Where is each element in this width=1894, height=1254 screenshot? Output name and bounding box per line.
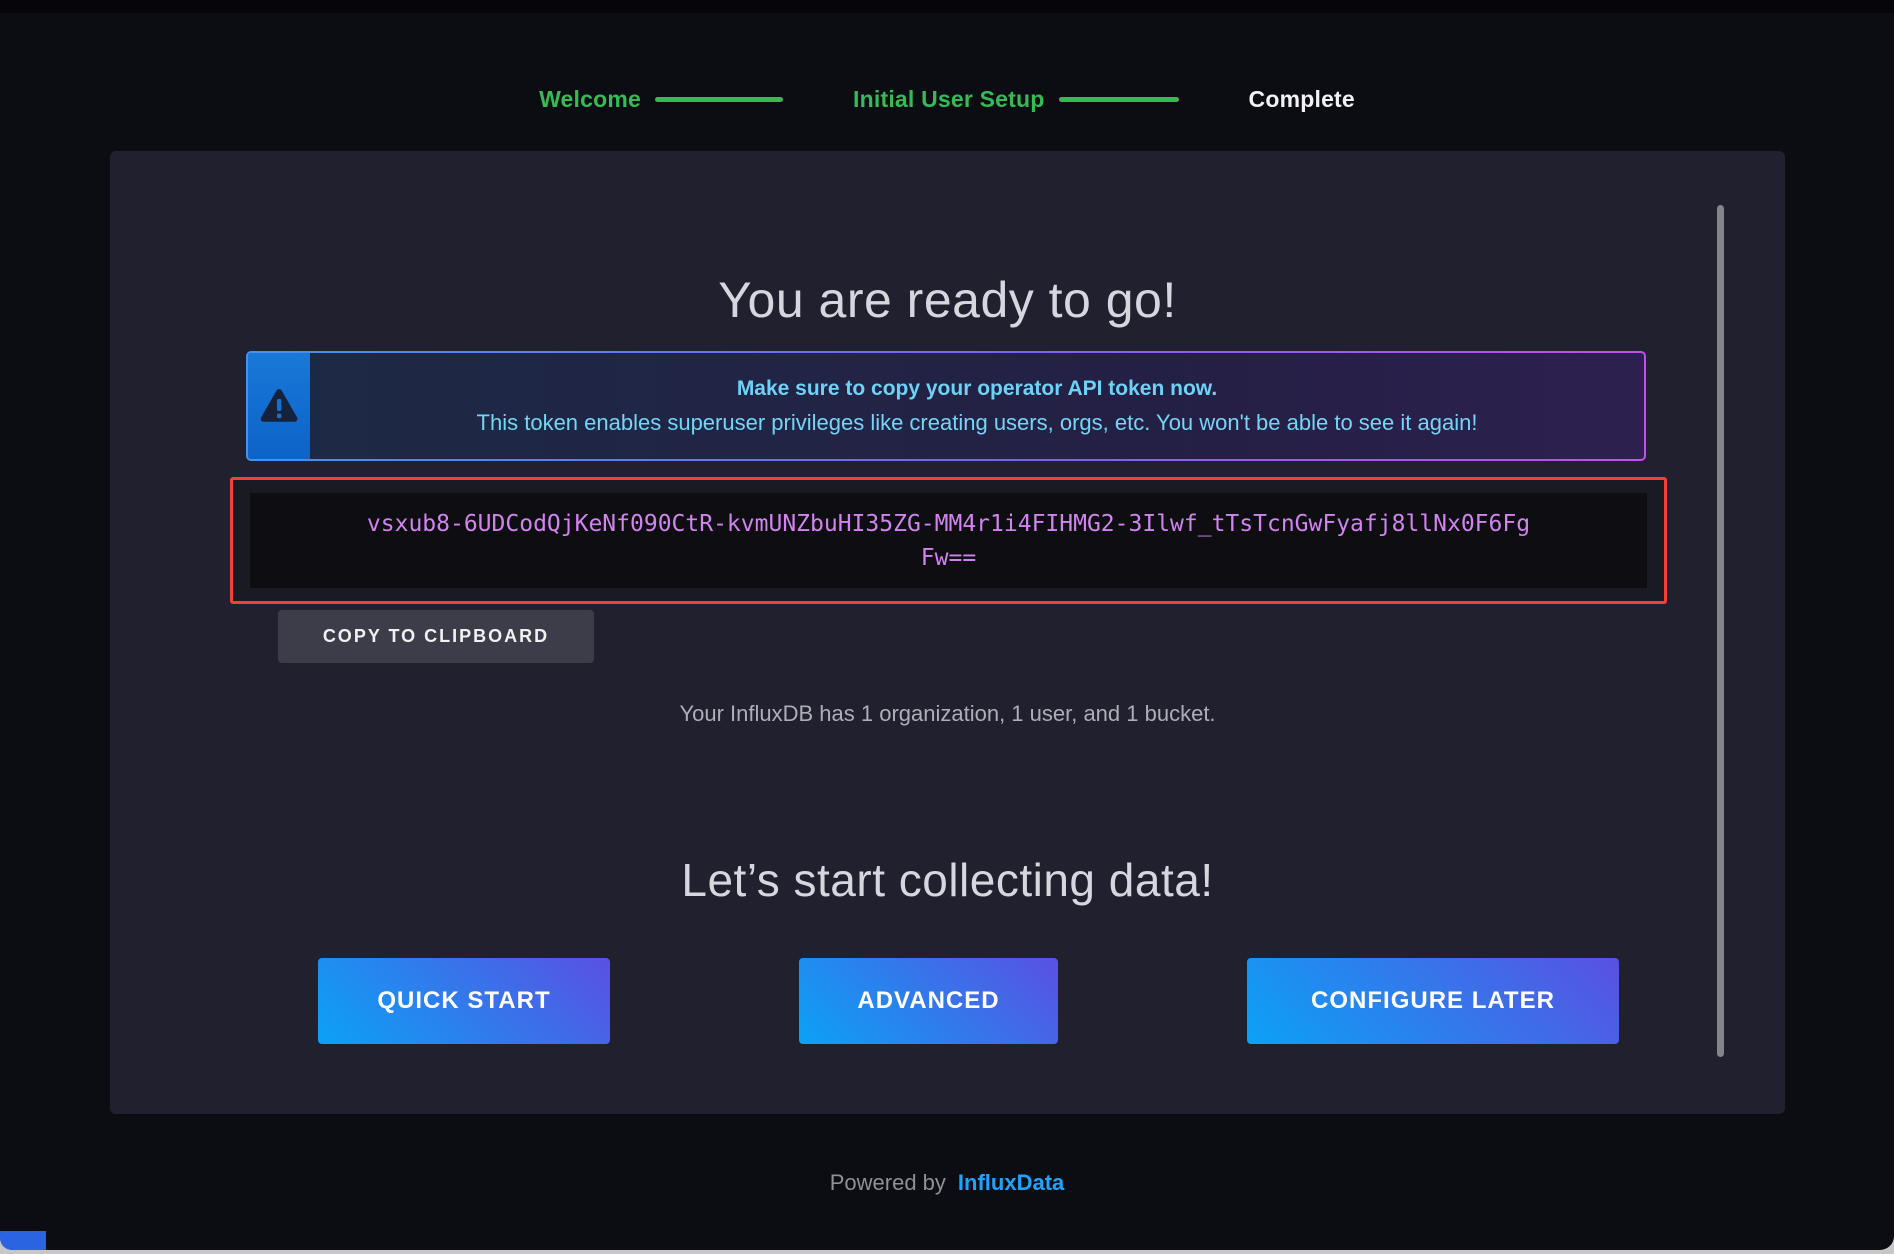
quick-start-button[interactable]: QUICK START xyxy=(318,958,610,1044)
copy-to-clipboard-button[interactable]: COPY TO CLIPBOARD xyxy=(278,610,594,663)
alert-body: This token enables superuser privileges … xyxy=(477,410,1478,436)
configure-later-button[interactable]: CONFIGURE LATER xyxy=(1247,958,1619,1044)
advanced-button[interactable]: ADVANCED xyxy=(799,958,1058,1044)
footer: Powered by InfluxData xyxy=(0,1170,1894,1196)
resource-summary: Your InfluxDB has 1 organization, 1 user… xyxy=(110,701,1785,727)
step-connector-line xyxy=(655,97,783,102)
completion-card: You are ready to go! Make sure to copy y… xyxy=(110,151,1785,1114)
window-top-edge xyxy=(0,0,1894,13)
powered-by-label: Powered by xyxy=(830,1170,946,1196)
onboarding-stepper: Welcome Initial User Setup Complete xyxy=(0,86,1894,113)
api-token-value: vsxub8-6UDCodQjKeNf090CtR-kvmUNZbuHI35ZG… xyxy=(364,507,1534,575)
alert-content: Make sure to copy your operator API toke… xyxy=(310,353,1644,459)
api-token-alert: Make sure to copy your operator API toke… xyxy=(246,351,1646,461)
setup-page: Welcome Initial User Setup Complete You … xyxy=(0,0,1894,1250)
alert-heading: Make sure to copy your operator API toke… xyxy=(737,377,1217,401)
bottom-left-accent xyxy=(0,1231,46,1250)
step-connector-line xyxy=(1059,97,1179,102)
collect-data-title: Let’s start collecting data! xyxy=(110,853,1785,907)
alert-icon-box xyxy=(248,353,310,459)
influxdata-link[interactable]: InfluxData xyxy=(958,1170,1064,1196)
ready-title: You are ready to go! xyxy=(110,271,1785,329)
warning-triangle-icon xyxy=(259,388,299,424)
api-token-box: vsxub8-6UDCodQjKeNf090CtR-kvmUNZbuHI35ZG… xyxy=(230,477,1667,604)
action-buttons-row: QUICK START ADVANCED CONFIGURE LATER xyxy=(318,958,1619,1044)
scrollbar[interactable] xyxy=(1717,205,1724,1057)
step-initial-user-setup[interactable]: Initial User Setup xyxy=(853,86,1044,113)
api-token-field[interactable]: vsxub8-6UDCodQjKeNf090CtR-kvmUNZbuHI35ZG… xyxy=(250,493,1647,588)
step-welcome[interactable]: Welcome xyxy=(539,86,641,113)
step-complete: Complete xyxy=(1249,86,1355,113)
